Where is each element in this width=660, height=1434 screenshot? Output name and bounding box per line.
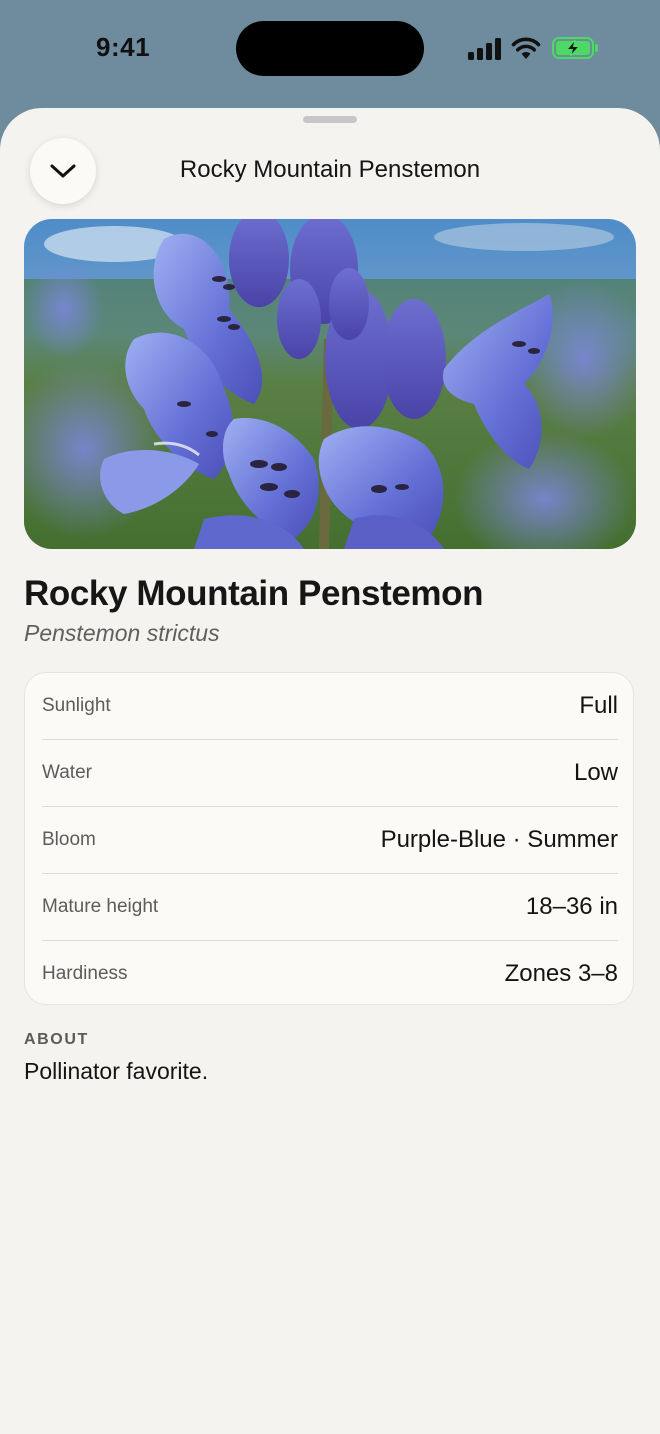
detail-value: Purple-Blue · Summer [380, 826, 618, 853]
detail-row-water: Water Low [42, 740, 618, 807]
cellular-signal-icon [468, 38, 501, 60]
detail-value: Low [573, 759, 618, 786]
battery-charging-icon [552, 37, 598, 59]
detail-row-bloom: Bloom Purple-Blue · Summer [42, 807, 618, 874]
detail-value: 18–36 in [525, 893, 618, 920]
wifi-icon [511, 37, 541, 59]
plant-photo [24, 219, 636, 549]
plant-detail-sheet: Rocky Mountain Penstemon Rocky Mountain … [0, 108, 660, 1434]
detail-label: Water [42, 762, 92, 783]
sheet-grabber[interactable] [303, 116, 357, 123]
sheet-title: Rocky Mountain Penstemon [179, 156, 481, 183]
detail-label: Hardiness [42, 963, 128, 984]
detail-row-hardiness: Hardiness Zones 3–8 [42, 941, 618, 1007]
status-time: 9:41 [96, 32, 151, 62]
plant-common-name: Rocky Mountain Penstemon [24, 574, 484, 613]
detail-value: Zones 3–8 [504, 960, 618, 987]
detail-label: Mature height [42, 896, 159, 917]
detail-row-sunlight: Sunlight Full [42, 673, 618, 740]
detail-row-mature-height: Mature height 18–36 in [42, 874, 618, 941]
plant-details-card: Sunlight Full Water Low Bloom Purple-Blu… [24, 672, 634, 1005]
detail-label: Sunlight [42, 695, 111, 716]
detail-value: Full [579, 692, 618, 719]
dynamic-island [236, 21, 424, 76]
about-heading: ABOUT [24, 1031, 89, 1048]
status-bar: 9:41 [0, 0, 660, 100]
plant-scientific-name: Penstemon strictus [24, 620, 220, 646]
detail-label: Bloom [42, 829, 96, 850]
about-text: Pollinator favorite. [24, 1058, 209, 1084]
